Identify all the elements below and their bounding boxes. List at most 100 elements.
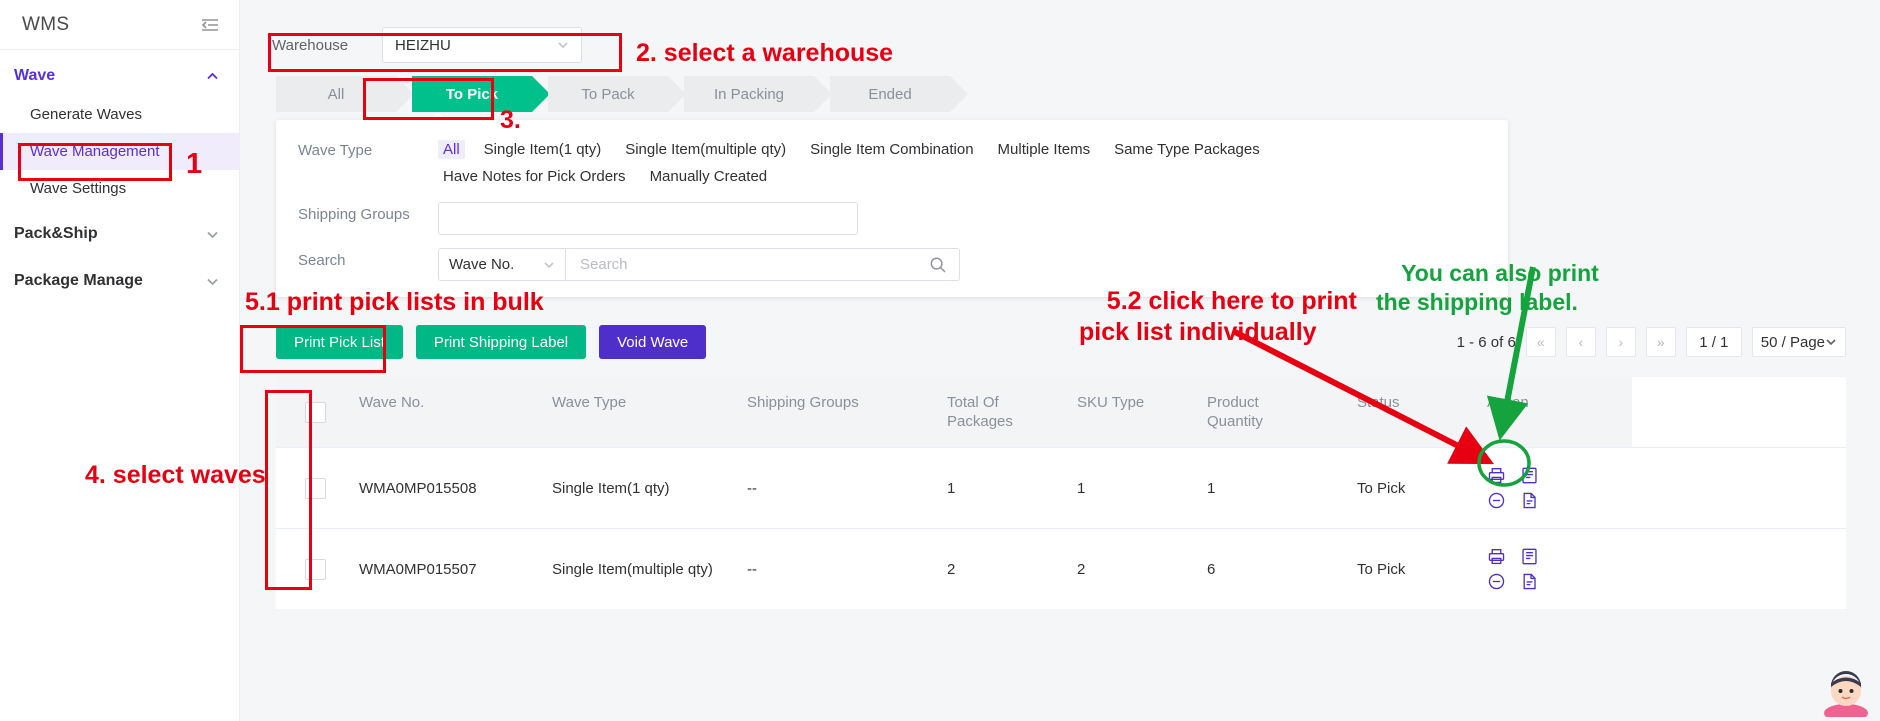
pagination-first-button[interactable]: « <box>1525 327 1556 357</box>
search-control: Wave No. <box>438 248 960 281</box>
warehouse-select[interactable]: HEIZHU <box>382 27 582 63</box>
cell-status: To Pick <box>1357 560 1406 578</box>
sidebar-item-wave-management[interactable]: Wave Management <box>0 133 239 170</box>
cell-shipping-groups: -- <box>747 479 757 497</box>
table-row[interactable]: WMA0MP015508 Single Item(1 qty) -- 1 1 1… <box>276 447 1846 528</box>
row-checkbox[interactable] <box>304 477 326 499</box>
chevron-down-icon <box>544 261 554 268</box>
pagination-prev-button[interactable]: ‹ <box>1565 327 1596 357</box>
cell-total-packages: 2 <box>947 560 956 578</box>
tab-arrow <box>950 76 968 112</box>
select-all-header <box>276 377 354 447</box>
warehouse-select-value: HEIZHU <box>395 36 451 54</box>
sidebar-group-pack-ship[interactable]: Pack&Ship <box>0 214 239 254</box>
chevron-up-icon <box>207 72 218 79</box>
search-input[interactable] <box>578 255 908 274</box>
table-action-bar: Print Pick List Print Shipping Label Voi… <box>276 325 1846 359</box>
void-icon[interactable] <box>1487 491 1506 510</box>
print-shipping-label-button[interactable]: Print Shipping Label <box>415 325 587 359</box>
search-field-select[interactable]: Wave No. <box>438 248 565 281</box>
pagination-last-button[interactable]: » <box>1645 327 1676 357</box>
tab-all[interactable]: All <box>276 76 414 112</box>
sidebar-group-package-manage[interactable]: Package Manage <box>0 261 239 301</box>
cell-product-quantity: 1 <box>1207 479 1216 497</box>
shipping-label-icon[interactable] <box>1520 491 1539 510</box>
search-input-wrap <box>565 248 960 281</box>
cell-status: To Pick <box>1357 479 1406 497</box>
pick-list-icon[interactable] <box>1520 547 1539 566</box>
row-checkbox[interactable] <box>304 558 326 580</box>
wave-type-option-multiple-items[interactable]: Multiple Items <box>993 140 1096 159</box>
tab-ended[interactable]: Ended <box>830 76 968 112</box>
void-icon[interactable] <box>1487 572 1506 591</box>
column-header-wave-no: Wave No. <box>354 377 552 447</box>
filter-row-shipping-groups: Shipping Groups <box>276 198 1508 235</box>
printer-icon[interactable] <box>1487 547 1506 566</box>
search-label: Search <box>298 252 346 269</box>
cell-wave-type: Single Item(1 qty) <box>552 479 670 497</box>
sidebar-item-label: Wave Settings <box>30 180 127 197</box>
cell-sku-type: 2 <box>1077 560 1086 578</box>
filter-panel: Wave Type All Single Item(1 qty) Single … <box>276 112 1508 297</box>
sidebar-group-pack-ship-label: Pack&Ship <box>14 225 98 242</box>
sidebar-item-wave-settings[interactable]: Wave Settings <box>0 170 239 207</box>
sidebar-item-generate-waves[interactable]: Generate Waves <box>0 96 239 133</box>
pick-list-icon[interactable] <box>1520 466 1539 485</box>
column-header-total-of-packages: Total Of Packages <box>947 377 1077 447</box>
wave-type-label: Wave Type <box>298 142 373 159</box>
void-wave-button[interactable]: Void Wave <box>599 325 707 359</box>
filter-row-search: Search Wave No. <box>276 244 1508 281</box>
wave-type-options: All Single Item(1 qty) Single Item(multi… <box>438 138 1448 192</box>
wave-type-option-all[interactable]: All <box>438 140 465 159</box>
shipping-groups-input[interactable] <box>438 202 858 235</box>
tab-to-pick[interactable]: To Pick <box>412 76 550 112</box>
chevron-down-icon <box>207 231 218 238</box>
column-header-text: Product Quantity <box>1207 394 1263 430</box>
warehouse-label: Warehouse <box>272 36 349 54</box>
select-all-checkbox[interactable] <box>304 401 326 423</box>
printer-icon[interactable] <box>1487 466 1506 485</box>
wave-type-option-single-item-multiple-qty[interactable]: Single Item(multiple qty) <box>620 140 791 159</box>
sidebar-group-wave-label: Wave <box>14 67 56 84</box>
waves-table: Wave No. Wave Type Shipping Groups Total… <box>276 377 1846 609</box>
cell-wave-type: Single Item(multiple qty) <box>552 560 713 578</box>
chevron-down-icon <box>207 278 218 285</box>
pagination-page-size-select[interactable]: 50 / Page <box>1751 327 1846 357</box>
chevron-down-icon <box>558 42 568 49</box>
search-field-value: Wave No. <box>449 256 515 273</box>
sidebar-nav: Wave Generate Waves Wave Management Wave… <box>0 50 239 301</box>
sidebar-header: WMS <box>0 0 239 50</box>
wave-type-option-same-type-packages[interactable]: Same Type Packages <box>1109 140 1265 159</box>
tab-label: To Pack <box>581 85 635 103</box>
wave-type-option-have-notes-for-pick-orders[interactable]: Have Notes for Pick Orders <box>438 167 631 186</box>
cell-wave-no: WMA0MP015508 <box>359 479 477 497</box>
sidebar-item-label: Generate Waves <box>30 106 142 123</box>
tab-to-pack[interactable]: To Pack <box>548 76 686 112</box>
row-select-cell <box>276 529 354 609</box>
tab-in-packing[interactable]: In Packing <box>684 76 832 112</box>
wave-type-option-single-item-1-qty[interactable]: Single Item(1 qty) <box>479 140 607 159</box>
pagination-next-button[interactable]: › <box>1605 327 1636 357</box>
pagination: 1 - 6 of 6 « ‹ › » 1 / 1 50 / Page <box>1457 327 1846 357</box>
collapse-panel-icon[interactable] <box>199 14 221 36</box>
column-header-shipping-groups: Shipping Groups <box>747 377 947 447</box>
sidebar-group-wave[interactable]: Wave <box>0 56 239 96</box>
filter-row-wave-type: Wave Type All Single Item(1 qty) Single … <box>276 134 1508 192</box>
status-tabs: All To Pick To Pack In Packing Ended <box>276 76 1880 112</box>
app-brand-title: WMS <box>22 13 70 35</box>
tab-label: In Packing <box>713 85 785 103</box>
main-content: Warehouse HEIZHU All To Pick To Pack In … <box>240 0 1880 721</box>
shipping-label-icon[interactable] <box>1520 572 1539 591</box>
wave-type-option-single-item-combination[interactable]: Single Item Combination <box>805 140 978 159</box>
table-header-row: Wave No. Wave Type Shipping Groups Total… <box>276 377 1846 447</box>
print-pick-list-button[interactable]: Print Pick List <box>276 325 403 359</box>
cell-sku-type: 1 <box>1077 479 1086 497</box>
cell-actions <box>1487 529 1632 609</box>
cell-total-packages: 1 <box>947 479 956 497</box>
cell-actions <box>1487 448 1632 528</box>
search-icon[interactable] <box>929 256 947 274</box>
wave-type-option-manually-created[interactable]: Manually Created <box>645 167 773 186</box>
table-row[interactable]: WMA0MP015507 Single Item(multiple qty) -… <box>276 528 1846 609</box>
sidebar-item-label: Wave Management <box>30 143 160 160</box>
pagination-current-page[interactable]: 1 / 1 <box>1685 327 1742 357</box>
